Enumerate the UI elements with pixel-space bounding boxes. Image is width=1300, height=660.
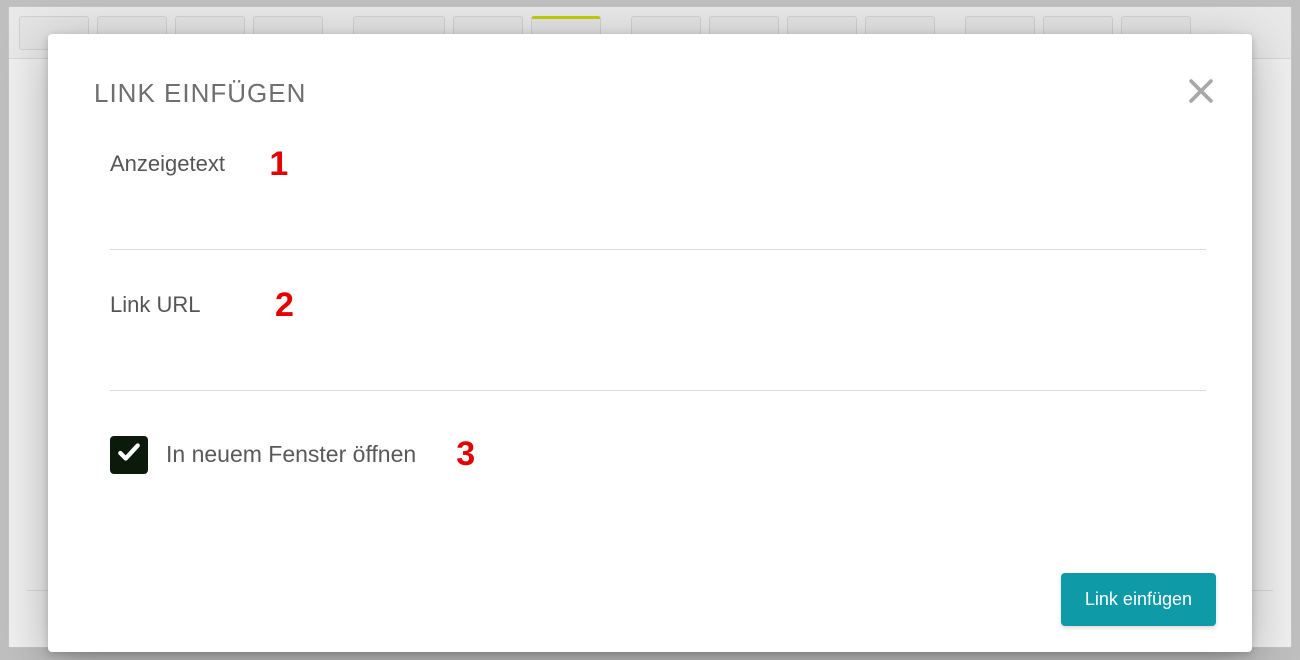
new-window-label: In neuem Fenster öffnen <box>166 441 416 468</box>
link-url-input[interactable] <box>110 343 1206 391</box>
link-url-field: Link URL 2 <box>94 286 1206 391</box>
modal-title: LINK EINFÜGEN <box>94 78 1206 109</box>
new-window-row: In neuem Fenster öffnen 3 <box>94 435 1206 474</box>
new-window-checkbox[interactable] <box>110 436 148 474</box>
close-button[interactable] <box>1184 74 1218 108</box>
link-url-label: Link URL <box>110 292 200 318</box>
check-icon <box>116 439 142 470</box>
modal-footer: Link einfügen <box>1061 573 1216 626</box>
display-text-input[interactable] <box>110 202 1206 250</box>
annotation-2: 2 <box>275 286 294 325</box>
display-text-label: Anzeigetext <box>110 151 225 177</box>
annotation-3: 3 <box>456 435 475 474</box>
insert-link-modal: LINK EINFÜGEN Anzeigetext 1 Link URL 2 I… <box>48 34 1252 652</box>
close-icon <box>1184 74 1218 108</box>
display-text-field: Anzeigetext 1 <box>94 145 1206 250</box>
insert-link-button[interactable]: Link einfügen <box>1061 573 1216 626</box>
annotation-1: 1 <box>269 145 288 184</box>
